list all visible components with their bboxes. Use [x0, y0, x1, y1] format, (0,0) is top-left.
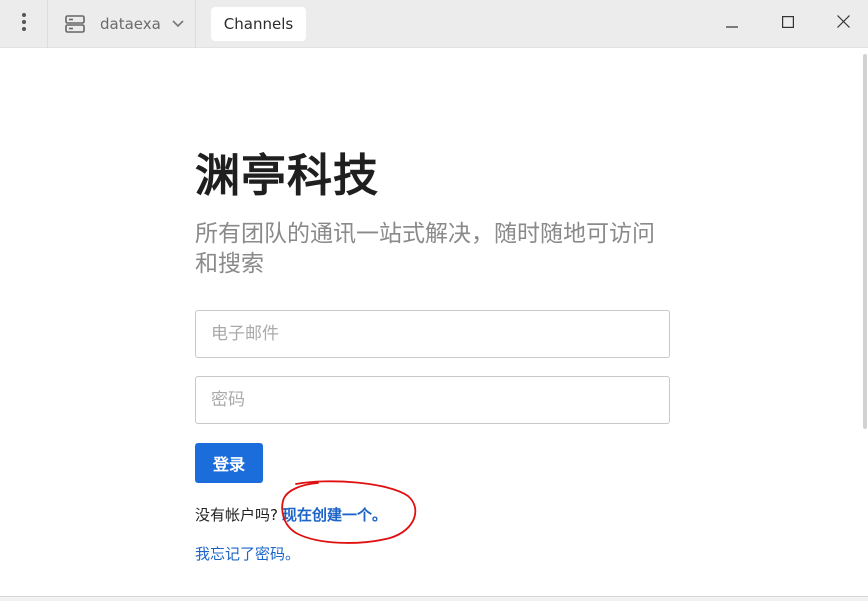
title-bar: dataexa Channels [0, 0, 868, 48]
main-menu-button[interactable] [0, 0, 48, 48]
server-name: dataexa [100, 15, 161, 33]
chevron-down-icon [171, 17, 185, 31]
vertical-dots-icon [21, 12, 27, 36]
email-field[interactable] [195, 310, 670, 358]
maximize-button[interactable] [760, 0, 816, 44]
minimize-icon [726, 13, 738, 32]
close-button[interactable] [818, 0, 868, 44]
brand-title: 渊亭科技 [195, 149, 380, 202]
server-icon [64, 13, 86, 35]
login-button[interactable]: 登录 [195, 443, 263, 483]
minimize-button[interactable] [704, 0, 760, 44]
signup-prompt: 没有帐户吗? [195, 506, 278, 524]
vertical-scrollbar[interactable] [860, 48, 868, 601]
annotation-circle [281, 480, 417, 544]
tagline: 所有团队的通讯一站式解决，随时随地可访问和搜索 [195, 221, 655, 277]
tab-channels[interactable]: Channels [211, 7, 306, 41]
password-field[interactable] [195, 376, 670, 424]
app-window: dataexa Channels 渊亭科技 所有团队的通讯一站式解决，随时随地可… [0, 0, 868, 601]
scrollbar-thumb[interactable] [863, 54, 867, 429]
server-selector[interactable]: dataexa [50, 0, 196, 48]
bottom-edge [0, 596, 868, 601]
maximize-icon [782, 13, 795, 32]
close-icon [836, 13, 850, 32]
